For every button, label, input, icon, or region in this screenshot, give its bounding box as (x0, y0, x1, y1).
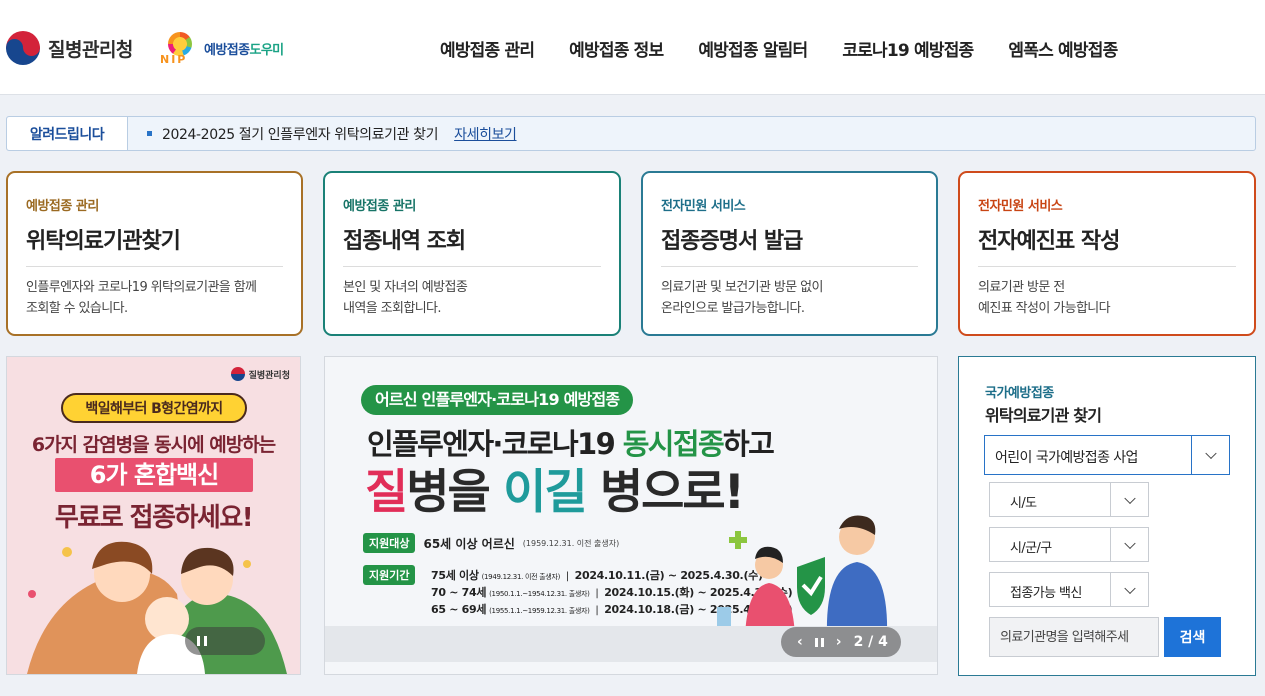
pause-icon[interactable] (814, 637, 824, 647)
doctor-patient-illustration (717, 515, 888, 637)
kdca-logo[interactable]: 질병관리청 (6, 31, 133, 65)
poster-line3: 무료로 접종하세요! (54, 503, 254, 533)
search-category: 국가예방접종 (985, 386, 1054, 401)
nav-mpox-vaccination[interactable]: 엠폭스 예방접종 (1008, 36, 1118, 61)
org-name: 질병관리청 (48, 38, 133, 61)
flu-covid-banner[interactable]: 어르신 인플루엔자·코로나19 예방접종 인플루엔자·코로나19 동시접종하고 … (324, 356, 938, 675)
chevron-right-icon[interactable]: › (836, 634, 842, 650)
card-e-questionnaire[interactable]: 전자민원 서비스 전자예진표 작성 의료기관 방문 전 예진표 작성이 가능합니… (958, 171, 1256, 336)
nav-vaccination-notice[interactable]: 예방접종 알림터 (698, 36, 808, 61)
chevron-down-icon (1123, 492, 1136, 504)
site-header: 질병관리청 NIP 예방접종도우미 예방접종 관리 예방접종 정보 예방접종 알… (0, 0, 1265, 95)
card-description: 의료기관 및 보건기관 방문 없이 온라인으로 발급가능합니다. (661, 280, 823, 316)
poster-line2: 6가 혼합백신 (55, 458, 253, 492)
card-category: 전자민원 서비스 (661, 199, 746, 214)
card-certificate[interactable]: 전자민원 서비스 접종증명서 발급 의료기관 및 보건기관 방문 없이 온라인으… (641, 171, 938, 336)
main-nav: 예방접종 관리 예방접종 정보 예방접종 알림터 코로나19 예방접종 엠폭스 … (440, 36, 1118, 61)
notice-label: 알려드립니다 (7, 117, 128, 150)
poster-org: 질병관리청 (230, 367, 290, 381)
nip-name: 예방접종도우미 (204, 42, 284, 58)
card-category: 예방접종 관리 (26, 199, 99, 214)
taeguk-logo-icon (230, 367, 245, 381)
taeguk-logo-icon (6, 31, 40, 65)
hexavalent-vaccine-poster[interactable]: 질병관리청 백일해부터 B형간염까지 6가지 감염병을 동시에 예방하는 6가 … (6, 356, 301, 675)
chevron-down-icon (1204, 447, 1217, 460)
bullet-icon (147, 131, 152, 136)
notice-more-link[interactable]: 자세히보기 (454, 124, 517, 144)
card-title: 위탁의료기관찾기 (26, 223, 283, 267)
search-title: 위탁의료기관 찾기 (985, 406, 1102, 425)
card-title: 전자예진표 작성 (978, 223, 1236, 267)
nav-vaccination-info[interactable]: 예방접종 정보 (569, 36, 664, 61)
nip-logo-icon: NIP (160, 30, 198, 66)
banner-big-slogan: 질병을 이길 병으로! (365, 465, 745, 520)
nip-logo[interactable]: NIP 예방접종도우미 (160, 30, 284, 66)
banner-target: 지원대상 65세 이상 어르신 (1959.12.31. 이전 출생자) (363, 533, 619, 553)
sigungu-select[interactable]: 시/군/구 (989, 527, 1149, 562)
card-description: 의료기관 방문 전 예진표 작성이 가능합니다 (978, 280, 1111, 316)
card-vaccination-history[interactable]: 예방접종 관리 접종내역 조회 본인 및 자녀의 예방접종 내역을 조회합니다. (323, 171, 621, 336)
vaccine-select[interactable]: 접종가능 백신 (989, 572, 1149, 607)
chevron-down-icon (1123, 537, 1136, 549)
chevron-left-icon[interactable]: ‹ (797, 634, 803, 650)
sido-select[interactable]: 시/도 (989, 482, 1149, 517)
chevron-down-icon (1123, 582, 1136, 594)
clinic-search-panel: 국가예방접종 위탁의료기관 찾기 어린이 국가예방접종 사업 시/도 시/군/구… (958, 356, 1256, 676)
search-button[interactable]: 검색 (1164, 617, 1221, 657)
clinic-name-input[interactable] (989, 617, 1159, 657)
poster-pill: 백일해부터 B형간염까지 (61, 393, 247, 423)
banner-tag: 어르신 인플루엔자·코로나19 예방접종 (361, 385, 634, 415)
notice-message[interactable]: 2024-2025 절기 인플루엔자 위탁의료기관 찾기 (162, 124, 439, 144)
card-find-clinic[interactable]: 예방접종 관리 위탁의료기관찾기 인플루엔자와 코로나19 위탁의료기관을 함께… (6, 171, 303, 336)
card-title: 접종증명서 발급 (661, 223, 918, 267)
pause-icon[interactable] (197, 636, 207, 646)
poster-line1: 6가지 감염병을 동시에 예방하는 (31, 434, 276, 456)
card-category: 예방접종 관리 (343, 199, 416, 214)
nav-covid19-vaccination[interactable]: 코로나19 예방접종 (842, 36, 974, 61)
card-description: 본인 및 자녀의 예방접종 내역을 조회합니다. (343, 280, 468, 316)
program-select[interactable]: 어린이 국가예방접종 사업 (984, 435, 1230, 475)
banner-period-label: 지원기간 (363, 565, 416, 585)
card-title: 접종내역 조회 (343, 223, 601, 267)
nav-vaccination-management[interactable]: 예방접종 관리 (440, 36, 535, 61)
card-description: 인플루엔자와 코로나19 위탁의료기관을 함께 조회할 수 있습니다. (26, 280, 257, 316)
slide-indicator: 2 / 4 (853, 634, 888, 650)
poster-slider-control[interactable] (185, 627, 265, 655)
banner-slider-control: ‹ › 2 / 4 (781, 627, 901, 657)
notice-bar: 알려드립니다 2024-2025 절기 인플루엔자 위탁의료기관 찾기 자세히보… (6, 116, 1256, 151)
card-category: 전자민원 서비스 (978, 199, 1063, 214)
